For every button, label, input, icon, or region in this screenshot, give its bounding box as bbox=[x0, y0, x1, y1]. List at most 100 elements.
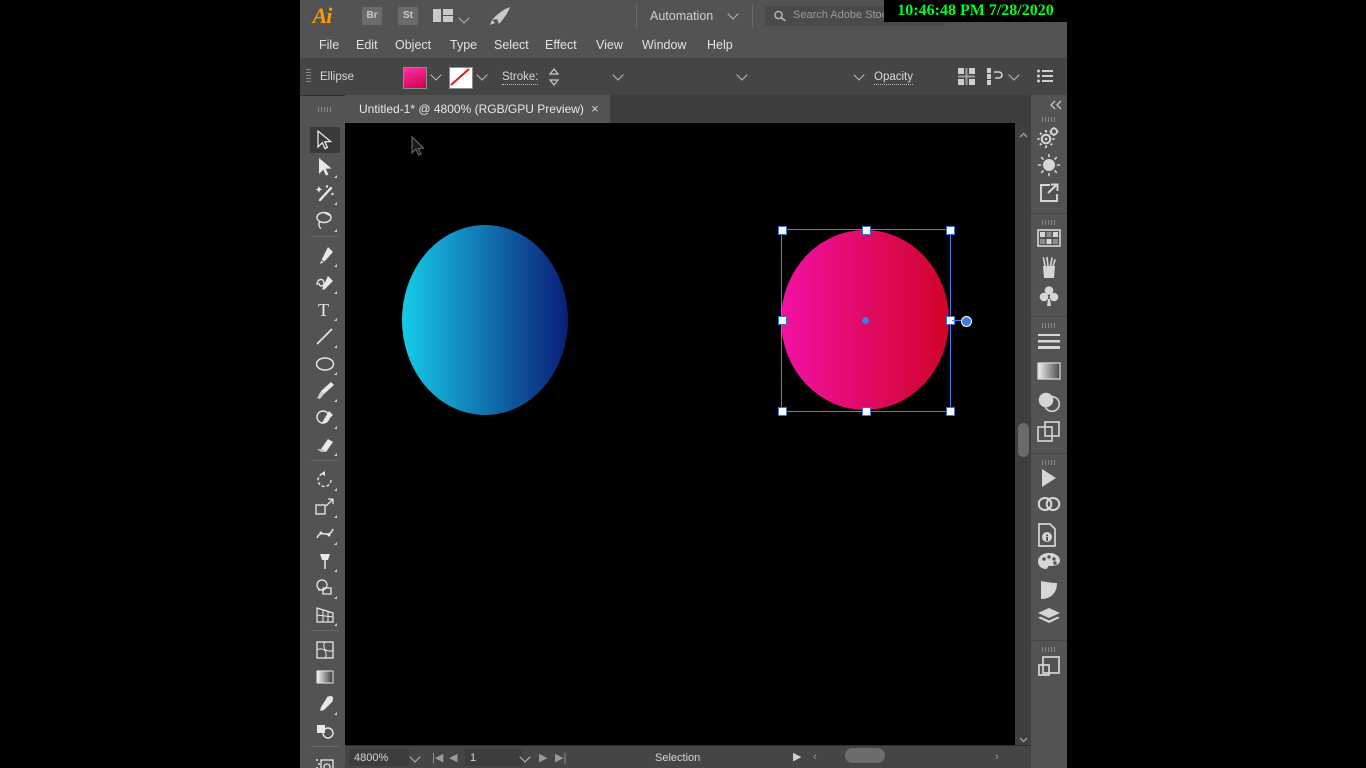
tools-panel-grip[interactable] bbox=[318, 107, 332, 112]
selection-handle-sw[interactable] bbox=[778, 407, 787, 416]
menu-window[interactable]: Window bbox=[637, 37, 691, 54]
selection-handle-w[interactable] bbox=[778, 316, 787, 325]
menu-edit[interactable]: Edit bbox=[351, 37, 383, 54]
width-tool[interactable] bbox=[310, 521, 340, 547]
first-artboard-icon[interactable]: |◀ bbox=[432, 751, 443, 765]
zoom-chevron-down-icon[interactable] bbox=[409, 751, 422, 765]
artboard-chevron-down-icon[interactable] bbox=[519, 751, 532, 765]
export-panel-export-icon[interactable] bbox=[1037, 181, 1061, 205]
zoom-level-input[interactable]: 4800% bbox=[349, 749, 409, 766]
appearance-panel-appearance-icon[interactable] bbox=[1037, 421, 1061, 445]
perspective-grid-tool[interactable] bbox=[310, 602, 340, 628]
align-icon[interactable] bbox=[958, 68, 975, 90]
collapse-panels-icon[interactable] bbox=[1049, 97, 1063, 115]
blue-ellipse[interactable] bbox=[402, 225, 568, 415]
symbol-sprayer-tool[interactable] bbox=[310, 753, 340, 768]
color-guide-panel-palette-icon[interactable] bbox=[1037, 551, 1061, 575]
stroke-panel-lines-icon[interactable] bbox=[1037, 331, 1061, 355]
menu-object[interactable]: Object bbox=[390, 37, 436, 54]
opacity-label[interactable]: Opacity bbox=[874, 70, 913, 85]
rotate-tool[interactable] bbox=[310, 467, 340, 493]
scroll-left-icon[interactable]: ‹ bbox=[813, 750, 817, 764]
magic-wand-tool[interactable] bbox=[310, 181, 340, 207]
pen-tool[interactable] bbox=[310, 243, 340, 269]
type-tool[interactable]: T bbox=[310, 297, 340, 323]
artboards-panel-artboards-icon[interactable] bbox=[1037, 655, 1061, 679]
document-tab[interactable]: Untitled-1* @ 4800% (RGB/GPU Preview) × bbox=[345, 95, 610, 123]
arrange-documents-icon[interactable] bbox=[433, 8, 455, 24]
workspace-chevron-down-icon[interactable] bbox=[727, 8, 739, 20]
eyedropper-tool[interactable] bbox=[310, 691, 340, 717]
curvature-tool[interactable] bbox=[310, 270, 340, 296]
scroll-down-icon[interactable] bbox=[1019, 731, 1028, 743]
dock-group-grip-1[interactable] bbox=[1042, 117, 1056, 122]
next-artboard-icon[interactable]: ▶ bbox=[539, 751, 547, 765]
actions-panel-play-icon[interactable] bbox=[1037, 467, 1061, 491]
previous-artboard-icon[interactable]: ◀ bbox=[449, 751, 457, 765]
artboard-number-input[interactable]: 1 bbox=[465, 749, 523, 766]
menu-type[interactable]: Type bbox=[445, 37, 482, 54]
menu-help[interactable]: Help bbox=[702, 37, 738, 54]
scale-tool[interactable] bbox=[310, 494, 340, 520]
width-profile-chevron-down-icon[interactable] bbox=[736, 69, 749, 83]
stroke-weight-label[interactable]: Stroke: bbox=[502, 70, 539, 85]
mesh-tool[interactable] bbox=[310, 637, 340, 663]
status-menu-icon[interactable]: ▶ bbox=[793, 750, 801, 764]
symbols-panel-clover-icon[interactable] bbox=[1037, 284, 1061, 308]
pathfinder-panel-wedge-icon[interactable] bbox=[1037, 579, 1061, 603]
arrange-chevron-down-icon[interactable] bbox=[458, 9, 470, 27]
stroke-color-swatch[interactable] bbox=[449, 67, 473, 89]
fill-chevron-down-icon[interactable] bbox=[430, 69, 443, 83]
brushes-panel-brushes-icon[interactable] bbox=[1037, 256, 1061, 280]
selection-tool[interactable] bbox=[310, 127, 340, 153]
selection-handle-ne[interactable] bbox=[946, 226, 955, 235]
adjust-panel-sun-icon[interactable] bbox=[1037, 153, 1061, 177]
stock-icon[interactable]: St bbox=[398, 7, 418, 25]
arrange-objects-icon[interactable] bbox=[987, 68, 1003, 90]
paintbrush-tool[interactable] bbox=[310, 378, 340, 404]
properties-panel-gears-icon[interactable] bbox=[1037, 125, 1061, 149]
stroke-weight-chevron-down-icon[interactable] bbox=[612, 69, 625, 83]
rocket-icon[interactable] bbox=[488, 6, 512, 31]
shaper-tool[interactable] bbox=[310, 405, 340, 431]
document-info-panel-info-doc-icon[interactable] bbox=[1037, 523, 1061, 547]
selection-handle-n[interactable] bbox=[862, 226, 871, 235]
fill-color-swatch[interactable] bbox=[403, 67, 427, 89]
ellipse-tool[interactable] bbox=[310, 351, 340, 377]
selection-handle-s[interactable] bbox=[862, 407, 871, 416]
control-bar-grip[interactable] bbox=[306, 69, 311, 84]
menu-effect[interactable]: Effect bbox=[540, 37, 582, 54]
gradient-panel-gradient-icon[interactable] bbox=[1037, 361, 1061, 385]
direct-selection-tool[interactable] bbox=[310, 154, 340, 180]
dock-group-grip-5[interactable] bbox=[1042, 647, 1056, 652]
layers-panel-layers-icon[interactable] bbox=[1037, 607, 1061, 631]
dock-group-grip-3[interactable] bbox=[1042, 323, 1056, 328]
menu-select[interactable]: Select bbox=[489, 37, 534, 54]
swatches-panel-swatches-icon[interactable] bbox=[1037, 228, 1061, 252]
horizontal-scrollbar-thumb[interactable] bbox=[845, 748, 885, 763]
workspace-switcher[interactable]: Automation bbox=[650, 7, 739, 25]
gradient-tool[interactable] bbox=[310, 664, 340, 690]
arrange-objects-chevron-down-icon[interactable] bbox=[1008, 69, 1021, 83]
gradient-annotator-handle[interactable] bbox=[961, 316, 972, 327]
stroke-chevron-down-icon[interactable] bbox=[476, 69, 489, 83]
vertical-scrollbar[interactable] bbox=[1015, 123, 1031, 745]
brush-chevron-down-icon[interactable] bbox=[853, 69, 866, 83]
shape-builder-tool[interactable] bbox=[310, 575, 340, 601]
stroke-stepper[interactable] bbox=[548, 68, 560, 91]
scroll-up-icon[interactable] bbox=[1019, 127, 1028, 138]
last-artboard-icon[interactable]: ▶| bbox=[555, 751, 566, 765]
dock-group-grip-2[interactable] bbox=[1042, 220, 1056, 225]
vertical-scrollbar-thumb[interactable] bbox=[1018, 423, 1029, 457]
canvas[interactable] bbox=[345, 123, 1015, 745]
scroll-right-icon[interactable]: › bbox=[995, 750, 999, 764]
line-segment-tool[interactable] bbox=[310, 324, 340, 350]
menu-view[interactable]: View bbox=[591, 37, 628, 54]
selection-handle-nw[interactable] bbox=[778, 226, 787, 235]
menu-file[interactable]: File bbox=[314, 37, 344, 54]
bridge-icon[interactable]: Br bbox=[362, 7, 382, 25]
blend-tool[interactable] bbox=[310, 718, 340, 744]
dock-group-grip-4[interactable] bbox=[1042, 460, 1056, 465]
close-icon[interactable]: × bbox=[588, 95, 602, 123]
selection-handle-se[interactable] bbox=[946, 407, 955, 416]
